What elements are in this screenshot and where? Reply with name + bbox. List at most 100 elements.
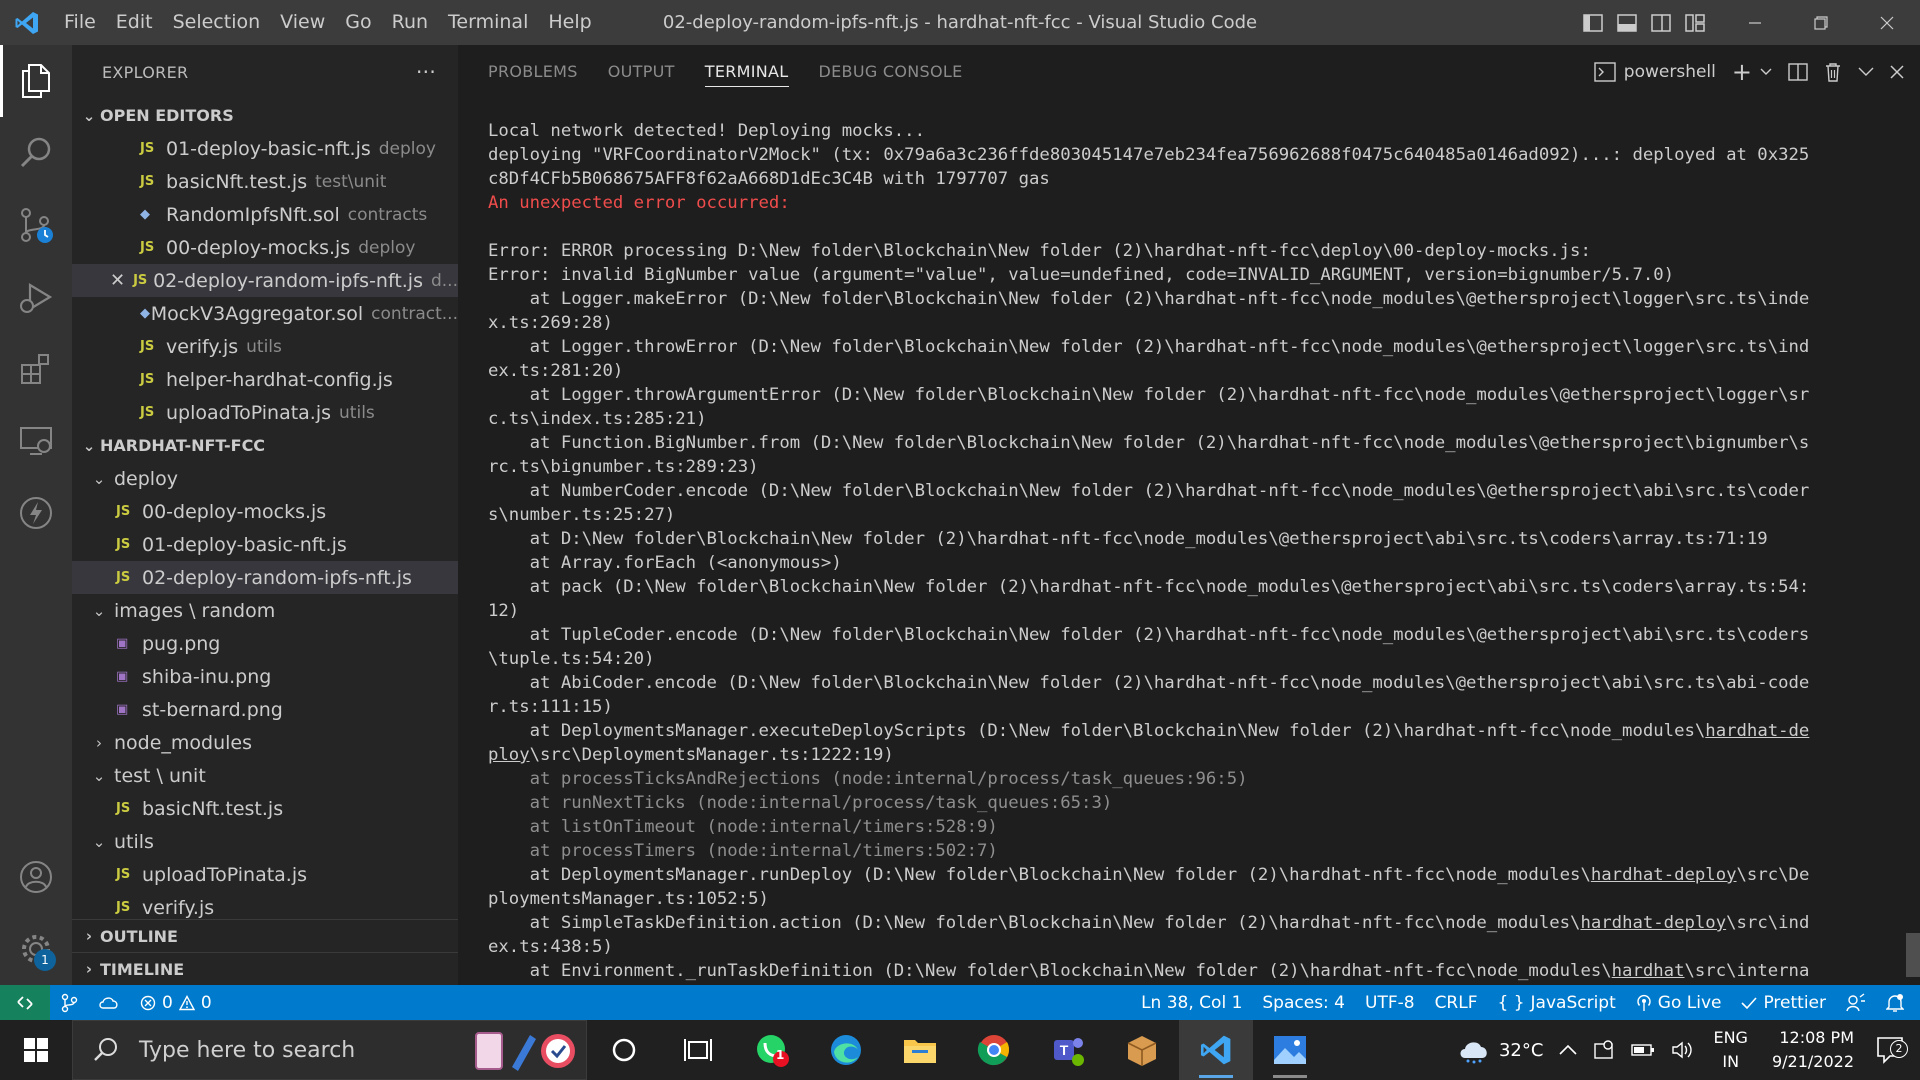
tree-folder[interactable]: ⌄ utils [72,825,458,858]
taskbar-search-box[interactable]: Type here to search [72,1020,587,1080]
tree-file[interactable]: JS 02-deploy-random-ipfs-nft.js [72,561,458,594]
maximize-panel-chevron-icon[interactable] [1850,45,1882,99]
menu-file[interactable]: File [54,0,106,45]
terminal-link[interactable]: hardhat-deploy [1580,913,1726,933]
project-header[interactable]: ⌄ HARDHAT-NFT-FCC [72,429,458,462]
language-mode[interactable]: { } JavaScript [1488,993,1626,1013]
feedback-icon[interactable] [1836,992,1876,1013]
close-editor-icon[interactable]: ✕ [110,270,133,291]
open-editor-item[interactable]: ◆ RandomIpfsNft.sol contracts [72,198,458,231]
cortana-icon[interactable] [587,1020,661,1080]
tree-file[interactable]: ▣ st-bernard.png [72,693,458,726]
windows-start-icon[interactable] [0,1020,72,1080]
tree-folder[interactable]: ⌄ deploy [72,462,458,495]
terminal-link[interactable]: hardhat [1612,961,1685,981]
tree-file[interactable]: JS 01-deploy-basic-nft.js [72,528,458,561]
source-control-icon[interactable] [0,189,72,261]
edge-browser-icon[interactable] [809,1020,883,1080]
encoding[interactable]: UTF-8 [1355,993,1425,1013]
indentation[interactable]: Spaces: 4 [1252,993,1355,1013]
tree-file[interactable]: JS 00-deploy-mocks.js [72,495,458,528]
teams-icon[interactable]: T [1031,1020,1105,1080]
menu-go[interactable]: Go [335,0,381,45]
show-hidden-icons-chevron-icon[interactable] [1551,1044,1585,1056]
prettier-status[interactable]: Prettier [1731,993,1836,1013]
menu-run[interactable]: Run [382,0,438,45]
panel-tab-output[interactable]: OUTPUT [608,45,675,99]
tree-file[interactable]: ▣ pug.png [72,627,458,660]
sync-cloud-icon[interactable] [88,995,130,1011]
panel-tab-terminal[interactable]: TERMINAL [704,45,789,99]
tree-folder[interactable]: › node_modules [72,726,458,759]
tree-file[interactable]: ▣ shiba-inu.png [72,660,458,693]
minimize-icon[interactable] [1722,0,1788,45]
thunder-client-icon[interactable] [0,477,72,549]
tree-folder[interactable]: ⌄ test \ unit [72,759,458,792]
toggle-primary-sidebar-icon[interactable] [1576,0,1610,45]
file-explorer-icon[interactable] [883,1020,957,1080]
weather-cloud-icon[interactable]: 32°C [1449,1036,1551,1064]
open-editor-item[interactable]: JS 00-deploy-mocks.js deploy [72,231,458,264]
close-panel-icon[interactable] [1882,45,1912,99]
end-of-line[interactable]: CRLF [1425,993,1488,1013]
search-icon[interactable] [0,117,72,189]
extensions-icon[interactable] [0,333,72,405]
open-editor-item[interactable]: JS 01-deploy-basic-nft.js deploy [72,132,458,165]
cursor-position[interactable]: Ln 38, Col 1 [1131,993,1252,1013]
location-tray-icon[interactable] [1585,1039,1623,1061]
kill-terminal-trash-icon[interactable] [1816,45,1850,99]
manage-gear-icon[interactable]: 1 [0,913,72,985]
terminal-shell-selector[interactable]: powershell [1586,45,1724,99]
open-editors-header[interactable]: ⌄ OPEN EDITORS [72,99,458,132]
open-editor-item[interactable]: JS helper-hardhat-config.js [72,363,458,396]
close-window-icon[interactable] [1854,0,1920,45]
volume-icon[interactable] [1663,1040,1703,1060]
launch-profile-chevron-icon[interactable] [1760,45,1780,99]
panel-tab-problems[interactable]: PROBLEMS [488,45,578,99]
menu-view[interactable]: View [270,0,335,45]
restore-icon[interactable] [1788,0,1854,45]
new-terminal-icon[interactable]: + [1724,45,1760,99]
chrome-icon[interactable] [957,1020,1031,1080]
panel-tab-debug-console[interactable]: DEBUG CONSOLE [819,45,963,99]
task-view-icon[interactable] [661,1020,735,1080]
open-editor-item[interactable]: JS verify.js utils [72,330,458,363]
open-editor-item[interactable]: ◆ MockV3Aggregator.sol contract... [72,297,458,330]
tree-file[interactable]: JS basicNft.test.js [72,792,458,825]
whatsapp-icon[interactable]: 1 [735,1020,809,1080]
notifications-bell-icon[interactable] [1876,993,1914,1013]
timeline-header[interactable]: › TIMELINE [72,952,458,985]
outline-header[interactable]: › OUTLINE [72,919,458,952]
accounts-icon[interactable] [0,841,72,913]
go-live-button[interactable]: Go Live [1626,993,1732,1013]
more-actions-icon[interactable]: ··· [416,60,436,84]
remote-indicator-icon[interactable] [0,985,50,1020]
terminal-output[interactable]: Local network detected! Deploying mocks.… [488,119,1898,985]
toggle-panel-icon[interactable] [1610,0,1644,45]
open-editor-item[interactable]: JS uploadToPinata.js utils [72,396,458,429]
menu-help[interactable]: Help [538,0,601,45]
menu-selection[interactable]: Selection [163,0,271,45]
split-terminal-icon[interactable] [1780,45,1816,99]
problems-status[interactable]: 0 0 [130,993,222,1013]
battery-icon[interactable] [1623,1043,1663,1057]
open-editor-item[interactable]: JS basicNft.test.js test\unit [72,165,458,198]
tree-folder[interactable]: ⌄ images \ random [72,594,458,627]
toggle-secondary-sidebar-icon[interactable] [1644,0,1678,45]
input-language[interactable]: ENG IN [1703,1026,1757,1074]
package-box-icon[interactable] [1105,1020,1179,1080]
vscode-taskbar-icon[interactable] [1179,1020,1253,1080]
tree-file[interactable]: JS uploadToPinata.js [72,858,458,891]
menu-edit[interactable]: Edit [106,0,163,45]
action-center-icon[interactable]: 2 [1868,1036,1914,1064]
terminal-link[interactable]: hardhat-deploy [1591,865,1737,885]
run-debug-icon[interactable] [0,261,72,333]
customize-layout-icon[interactable] [1678,0,1712,45]
remote-explorer-icon[interactable] [0,405,72,477]
explorer-icon[interactable] [0,45,72,117]
open-editor-item[interactable]: ✕ JS 02-deploy-random-ipfs-nft.js d... [72,264,458,297]
photos-icon[interactable] [1253,1020,1327,1080]
clock[interactable]: 12:08 PM 9/21/2022 [1758,1026,1868,1074]
terminal-link[interactable]: ploy [488,745,530,765]
terminal-scrollbar[interactable] [1906,933,1920,977]
